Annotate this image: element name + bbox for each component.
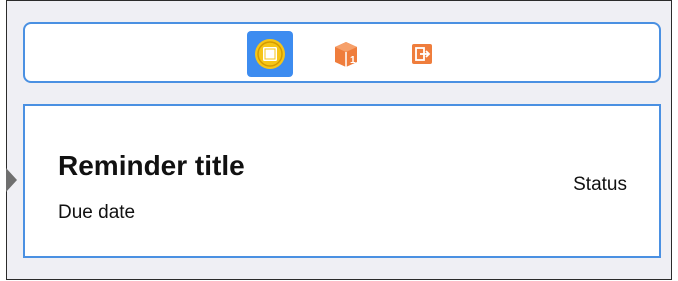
due-date-label[interactable]: Due date xyxy=(58,202,135,224)
reminder-title-label[interactable]: Reminder title xyxy=(58,150,245,182)
first-responder-icon[interactable]: 1 xyxy=(323,31,369,77)
status-label[interactable]: Status xyxy=(573,174,627,196)
scene-dock: 1 xyxy=(23,22,661,83)
view-controller-icon[interactable] xyxy=(247,31,293,77)
svg-text:1: 1 xyxy=(350,55,356,66)
reminder-cell[interactable]: Reminder title Due date Status xyxy=(23,104,661,258)
exit-icon[interactable] xyxy=(399,31,445,77)
initial-segue-arrow-icon[interactable] xyxy=(6,168,17,192)
